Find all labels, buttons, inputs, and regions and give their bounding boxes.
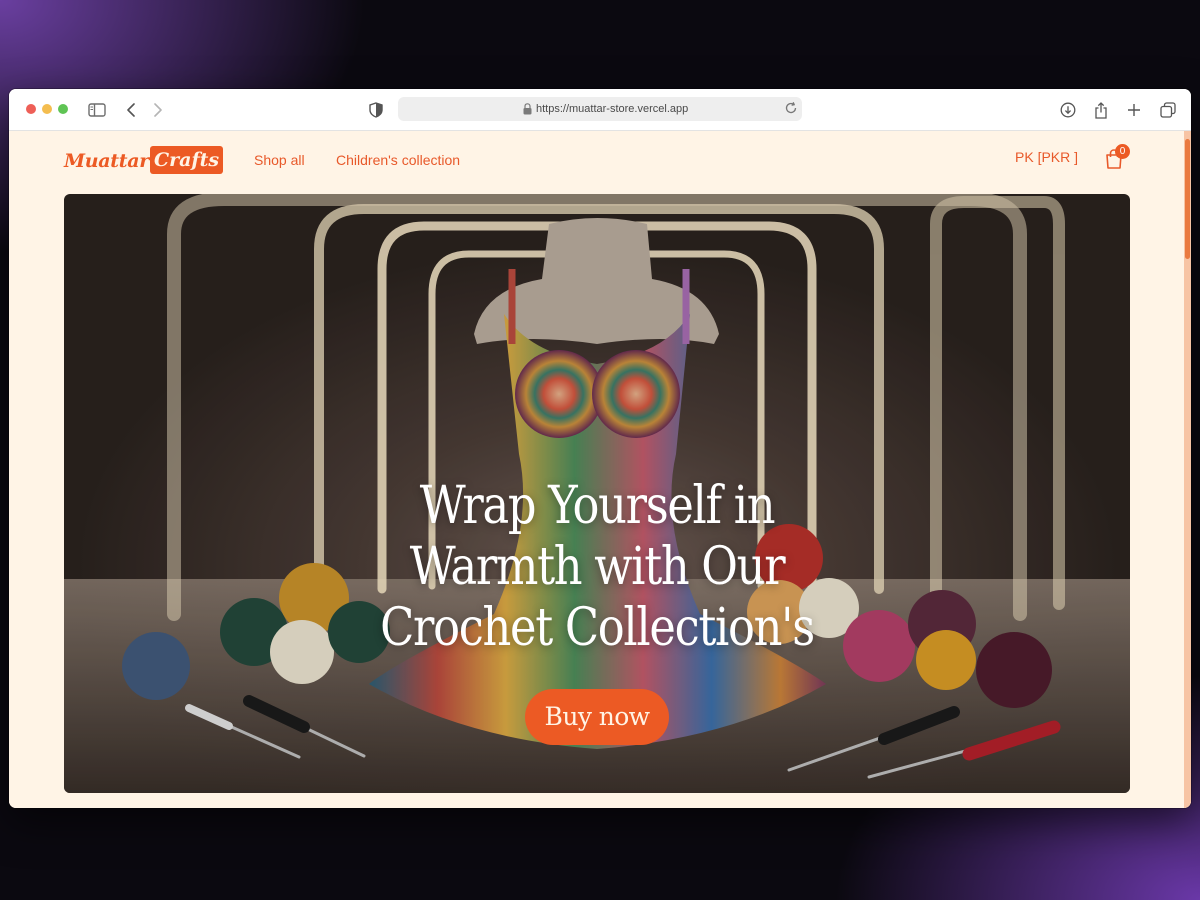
zoom-window-button[interactable] [58, 104, 68, 114]
cart-count-badge: 0 [1115, 144, 1130, 159]
logo-text-crafts[interactable]: Crafts [150, 146, 223, 174]
download-icon[interactable] [1057, 99, 1079, 121]
back-arrow-icon[interactable] [120, 99, 142, 121]
browser-toolbar: https://muattar-store.vercel.app [9, 89, 1191, 131]
page-scrollbar[interactable] [1184, 131, 1191, 808]
hero-title: Wrap Yourself in Warmth with Our Crochet… [380, 476, 815, 658]
close-window-button[interactable] [26, 104, 36, 114]
logo-text-muattar[interactable]: Muattar [64, 149, 149, 173]
tabs-icon[interactable] [1157, 99, 1179, 121]
hero-banner: Wrap Yourself in Warmth with Our Crochet… [64, 194, 1130, 793]
address-url: https://muattar-store.vercel.app [536, 103, 689, 115]
reload-icon[interactable] [784, 101, 798, 120]
buy-now-button[interactable]: Buy now [525, 689, 669, 745]
scrollbar-thumb[interactable] [1185, 139, 1190, 259]
share-icon[interactable] [1090, 99, 1112, 121]
nav-shop-all[interactable]: Shop all [254, 150, 305, 170]
nav-childrens-collection[interactable]: Children's collection [336, 150, 460, 170]
lock-icon [523, 102, 532, 120]
minimize-window-button[interactable] [42, 104, 52, 114]
shield-icon[interactable] [365, 99, 387, 121]
plus-icon[interactable] [1123, 99, 1145, 121]
forward-arrow-icon[interactable] [147, 99, 169, 121]
currency-selector[interactable]: PK [PKR ] [1015, 147, 1078, 167]
browser-window: https://muattar-store.vercel.app Muattar… [9, 89, 1191, 808]
store-page: Muattar Crafts Shop all Children's colle… [9, 131, 1191, 808]
address-bar[interactable]: https://muattar-store.vercel.app [398, 97, 802, 121]
sidebar-icon[interactable] [86, 99, 108, 121]
